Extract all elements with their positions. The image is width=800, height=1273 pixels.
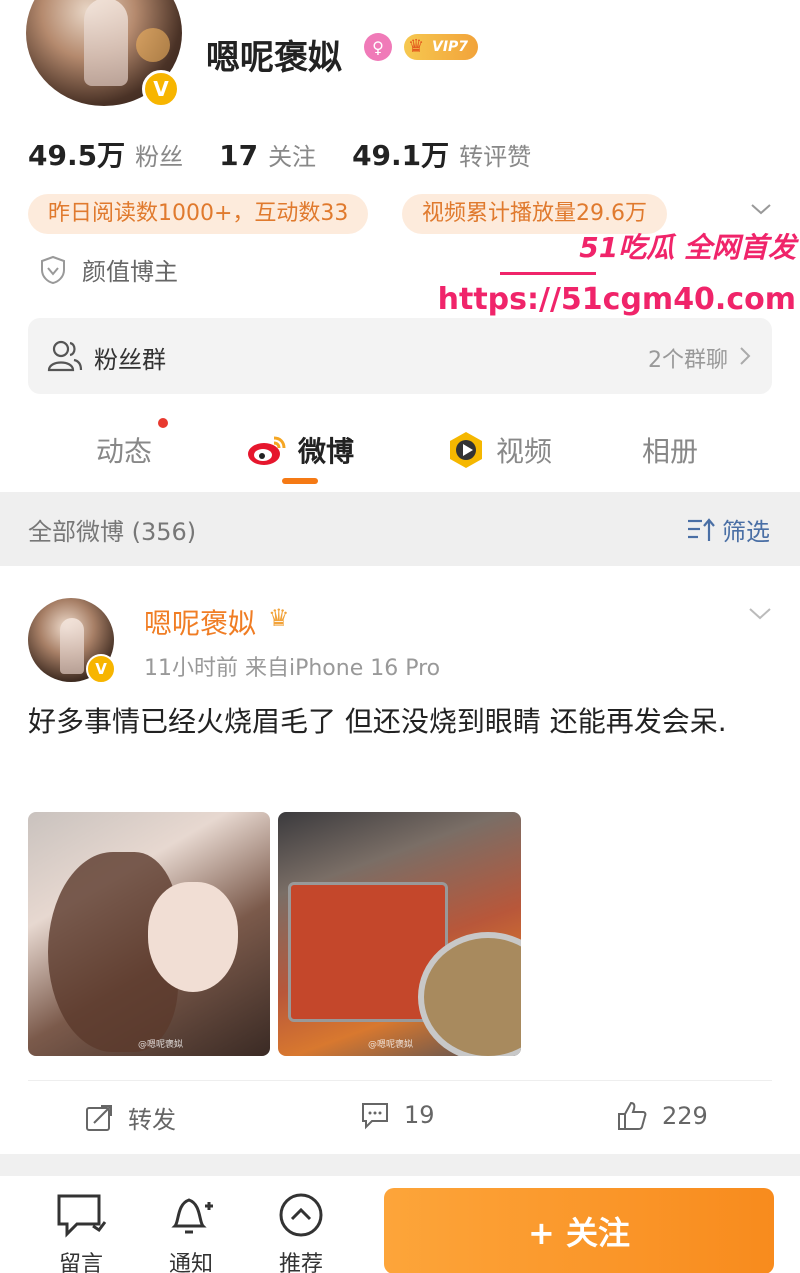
stat-interactions[interactable]: 49.1万 转评赞 [352,134,531,174]
divider [28,1080,772,1081]
follow-button[interactable]: + 关注 [384,1188,774,1273]
post-photo-selfie[interactable]: @嗯呢褒姒 [28,812,270,1056]
notification-dot-icon [158,418,168,428]
chevron-up-circle-icon [279,1193,323,1237]
site-watermark: 51吃瓜 全网首发 https://51cgm40.com [437,231,796,317]
crown-icon: ♛ [268,604,290,632]
watermark-line [500,272,596,275]
comment-button[interactable]: 19 [360,1100,435,1130]
post-username[interactable]: 嗯呢褒姒 [144,602,256,642]
post-text: 好多事情已经火烧眉毛了 但还没烧到眼睛 还能再发会呆. [28,705,727,738]
active-tab-indicator [282,478,318,484]
read-stats-pill[interactable]: 昨日阅读数1000+，互动数33 [28,194,369,234]
shield-icon [41,255,65,284]
verified-badge-icon: V [86,654,116,684]
chevron-right-icon [740,347,751,365]
stat-following[interactable]: 17 关注 [219,137,316,172]
crown-icon: ♛ [408,36,425,57]
stat-followers[interactable]: 49.5万 粉丝 [28,134,183,174]
fans-group-count: 2个群聊 [648,348,728,373]
fans-group-label: 粉丝群 [94,346,166,374]
tab-feed[interactable]: 动态 [96,430,152,470]
female-icon: ♀ [364,33,392,61]
recommend-button[interactable]: 推荐 [266,1192,336,1273]
tab-weibo[interactable]: 微博 [246,430,354,470]
repost-button[interactable]: 转发 [84,1100,176,1135]
notify-button[interactable]: 通知 [156,1192,226,1273]
profile-tabs: 动态 微博 视频 相册 [0,410,800,490]
group-icon [47,340,83,372]
filter-button[interactable]: 筛选 [686,512,770,547]
post-actions: 转发 19 229 [0,1096,800,1140]
tab-album[interactable]: 相册 [642,430,698,470]
photo-watermark: @嗯呢褒姒 [138,1040,184,1050]
weibo-icon [248,436,286,465]
creator-badge[interactable]: 颜值博主 [40,252,178,287]
repost-icon [86,1104,112,1131]
photo-watermark: @嗯呢褒姒 [368,1040,414,1050]
vip-badge[interactable]: ♛ VIP7 [404,34,479,60]
bottom-action-bar: 留言 通知 推荐 + 关注 [0,1176,800,1273]
like-button[interactable]: 229 [616,1100,708,1132]
filter-bar: 全部微博 (356) 筛选 [0,492,800,566]
verified-badge-icon: V [142,70,180,108]
chevron-down-icon[interactable] [750,198,772,220]
comment-icon [362,1103,388,1130]
profile-stats: 49.5万 粉丝 17 关注 49.1万 转评赞 [28,134,567,174]
fans-group-card[interactable]: 粉丝群 2个群聊 [28,318,772,394]
message-icon [57,1194,107,1238]
profile-username: 嗯呢褒姒 [206,38,342,78]
section-separator [0,1154,800,1176]
post-meta: 11小时前 来自iPhone 16 Pro [144,656,441,681]
message-button[interactable]: 留言 [46,1192,116,1273]
post-count-label: 全部微博 (356) [28,518,197,546]
post-photo-food[interactable]: @嗯呢褒姒 [278,812,521,1056]
tab-video[interactable]: 视频 [446,430,552,470]
filter-icon [688,517,715,541]
thumbs-up-icon [618,1101,647,1130]
post-menu-chevron-icon[interactable] [748,604,772,624]
video-icon [450,432,482,468]
bell-icon [171,1198,213,1234]
